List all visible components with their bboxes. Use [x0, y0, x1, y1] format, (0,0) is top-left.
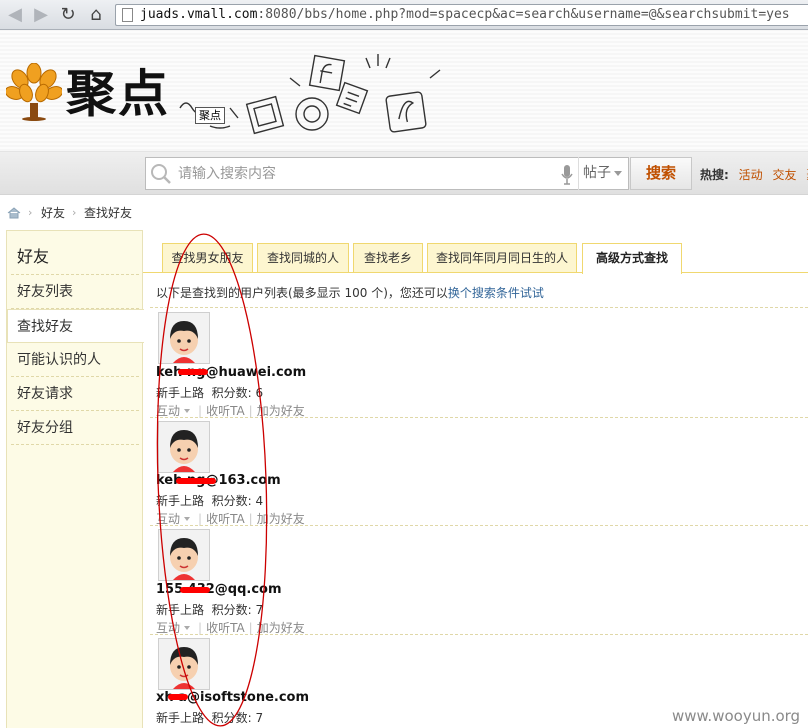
follow-button[interactable]: 收听TA	[206, 404, 245, 418]
logo-tooltip: 聚点	[195, 107, 225, 124]
result-note-text: 以下是查找到的用户列表(最多显示 100 个)，您还可以	[156, 286, 448, 300]
user-level: 新手上路	[156, 711, 205, 725]
hot-search-label: 热搜:	[700, 168, 729, 182]
add-friend-button[interactable]: 加为好友	[257, 512, 305, 526]
sidebar: 好友 好友列表 查找好友 可能认识的人 好友请求 好友分组	[6, 230, 144, 728]
user-email[interactable]: 155 432@qq.com	[156, 582, 282, 597]
header-doodle-illustration	[179, 54, 441, 135]
user-email[interactable]: keh ng@163.com	[156, 473, 281, 488]
user-stats: 新手上路 积分数: 6	[156, 384, 263, 401]
watermark: www.wooyun.org	[672, 707, 801, 725]
chevron-down-icon[interactable]	[184, 626, 191, 630]
breadcrumb-item[interactable]: 查找好友	[84, 203, 132, 223]
sidebar-item-find-friends[interactable]: 查找好友	[7, 309, 144, 343]
interact-dropdown[interactable]: 互动	[156, 404, 180, 418]
breadcrumb-separator-icon: ›	[28, 206, 33, 219]
user-level: 新手上路	[156, 386, 205, 400]
redaction-mark	[178, 369, 208, 375]
address-bar[interactable]: juads.vmall.com:8080/bbs/home.php?mod=sp…	[115, 4, 808, 26]
sidebar-title: 好友	[17, 247, 50, 266]
breadcrumb-item[interactable]: 好友	[41, 203, 65, 223]
logo-tree-icon[interactable]	[6, 63, 62, 121]
tab-find-same-city[interactable]: 查找同城的人	[257, 243, 349, 272]
user-level: 新手上路	[156, 494, 205, 508]
user-stats: 新手上路 积分数: 7	[156, 709, 263, 726]
avatar[interactable]	[158, 421, 210, 473]
search-button[interactable]: 搜索	[630, 157, 692, 190]
add-friend-button[interactable]: 加为好友	[257, 621, 305, 635]
back-icon[interactable]: ◀	[4, 4, 26, 26]
tab-find-hometown[interactable]: 查找老乡	[353, 243, 423, 272]
search-type-dropdown[interactable]: 帖子	[578, 157, 628, 190]
sidebar-item-friend-list[interactable]: 好友列表	[11, 275, 139, 309]
follow-button[interactable]: 收听TA	[206, 621, 245, 635]
tab-baseline	[143, 272, 808, 273]
sidebar-item-friend-requests[interactable]: 好友请求	[11, 377, 139, 411]
avatar[interactable]	[158, 638, 210, 690]
chevron-down-icon[interactable]	[184, 409, 191, 413]
add-friend-button[interactable]: 加为好友	[257, 404, 305, 418]
tab-find-same-birthday[interactable]: 查找同年同月同日生的人	[427, 243, 577, 272]
search-icon	[151, 164, 171, 184]
search-type-label: 帖子	[583, 165, 611, 181]
list-divider	[150, 525, 808, 526]
user-score: 积分数: 4	[211, 494, 264, 508]
sidebar-item-friend-groups[interactable]: 好友分组	[11, 411, 139, 445]
user-score: 积分数: 7	[211, 603, 264, 617]
hot-search-link[interactable]: 交友	[772, 168, 796, 182]
user-stats: 新手上路 积分数: 4	[156, 492, 263, 509]
logo-text[interactable]: 聚点	[66, 64, 170, 124]
tab-find-dates[interactable]: 查找男女朋友	[162, 243, 253, 272]
breadcrumb-separator-icon: ›	[72, 206, 77, 219]
reload-icon[interactable]: ↻	[57, 4, 79, 26]
page-icon	[122, 8, 133, 22]
microphone-icon[interactable]	[560, 164, 574, 186]
hot-searches: 热搜: 活动 交友 聚	[700, 166, 808, 183]
avatar[interactable]	[158, 312, 210, 364]
list-divider	[150, 307, 808, 308]
user-score: 积分数: 6	[211, 386, 264, 400]
avatar-cartoon-icon	[170, 430, 198, 472]
browser-toolbar: ◀ ▶ ↻ ⌂ juads.vmall.com:8080/bbs/home.ph…	[0, 0, 808, 30]
chevron-down-icon[interactable]	[184, 517, 191, 521]
user-level: 新手上路	[156, 603, 205, 617]
chevron-down-icon	[614, 171, 622, 176]
follow-button[interactable]: 收听TA	[206, 512, 245, 526]
redaction-mark	[176, 478, 216, 484]
sidebar-item-people-you-may-know[interactable]: 可能认识的人	[11, 343, 139, 377]
home-icon[interactable]: ⌂	[85, 4, 107, 26]
redaction-mark	[168, 694, 188, 700]
home-icon[interactable]	[7, 207, 21, 219]
avatar-cartoon-icon	[170, 321, 198, 363]
avatar-cartoon-icon	[170, 647, 198, 689]
result-note: 以下是查找到的用户列表(最多显示 100 个)，您还可以换个搜索条件试试	[156, 284, 544, 301]
interact-dropdown[interactable]: 互动	[156, 512, 180, 526]
hot-search-link[interactable]: 活动	[739, 168, 763, 182]
search-input[interactable]	[178, 159, 548, 189]
list-divider	[150, 634, 808, 635]
user-score: 积分数: 7	[211, 711, 264, 725]
list-divider	[150, 417, 808, 418]
avatar-cartoon-icon	[170, 538, 198, 580]
breadcrumb: › 好友 › 查找好友	[0, 203, 200, 223]
user-stats: 新手上路 积分数: 7	[156, 601, 263, 618]
tab-advanced-search[interactable]: 高级方式查找	[582, 243, 682, 274]
avatar[interactable]	[158, 529, 210, 581]
site-header: 聚点 聚点	[0, 30, 808, 152]
interact-dropdown[interactable]: 互动	[156, 621, 180, 635]
forward-icon[interactable]: ▶	[30, 4, 52, 26]
change-search-link[interactable]: 换个搜索条件试试	[448, 286, 544, 300]
redaction-mark	[180, 587, 210, 593]
